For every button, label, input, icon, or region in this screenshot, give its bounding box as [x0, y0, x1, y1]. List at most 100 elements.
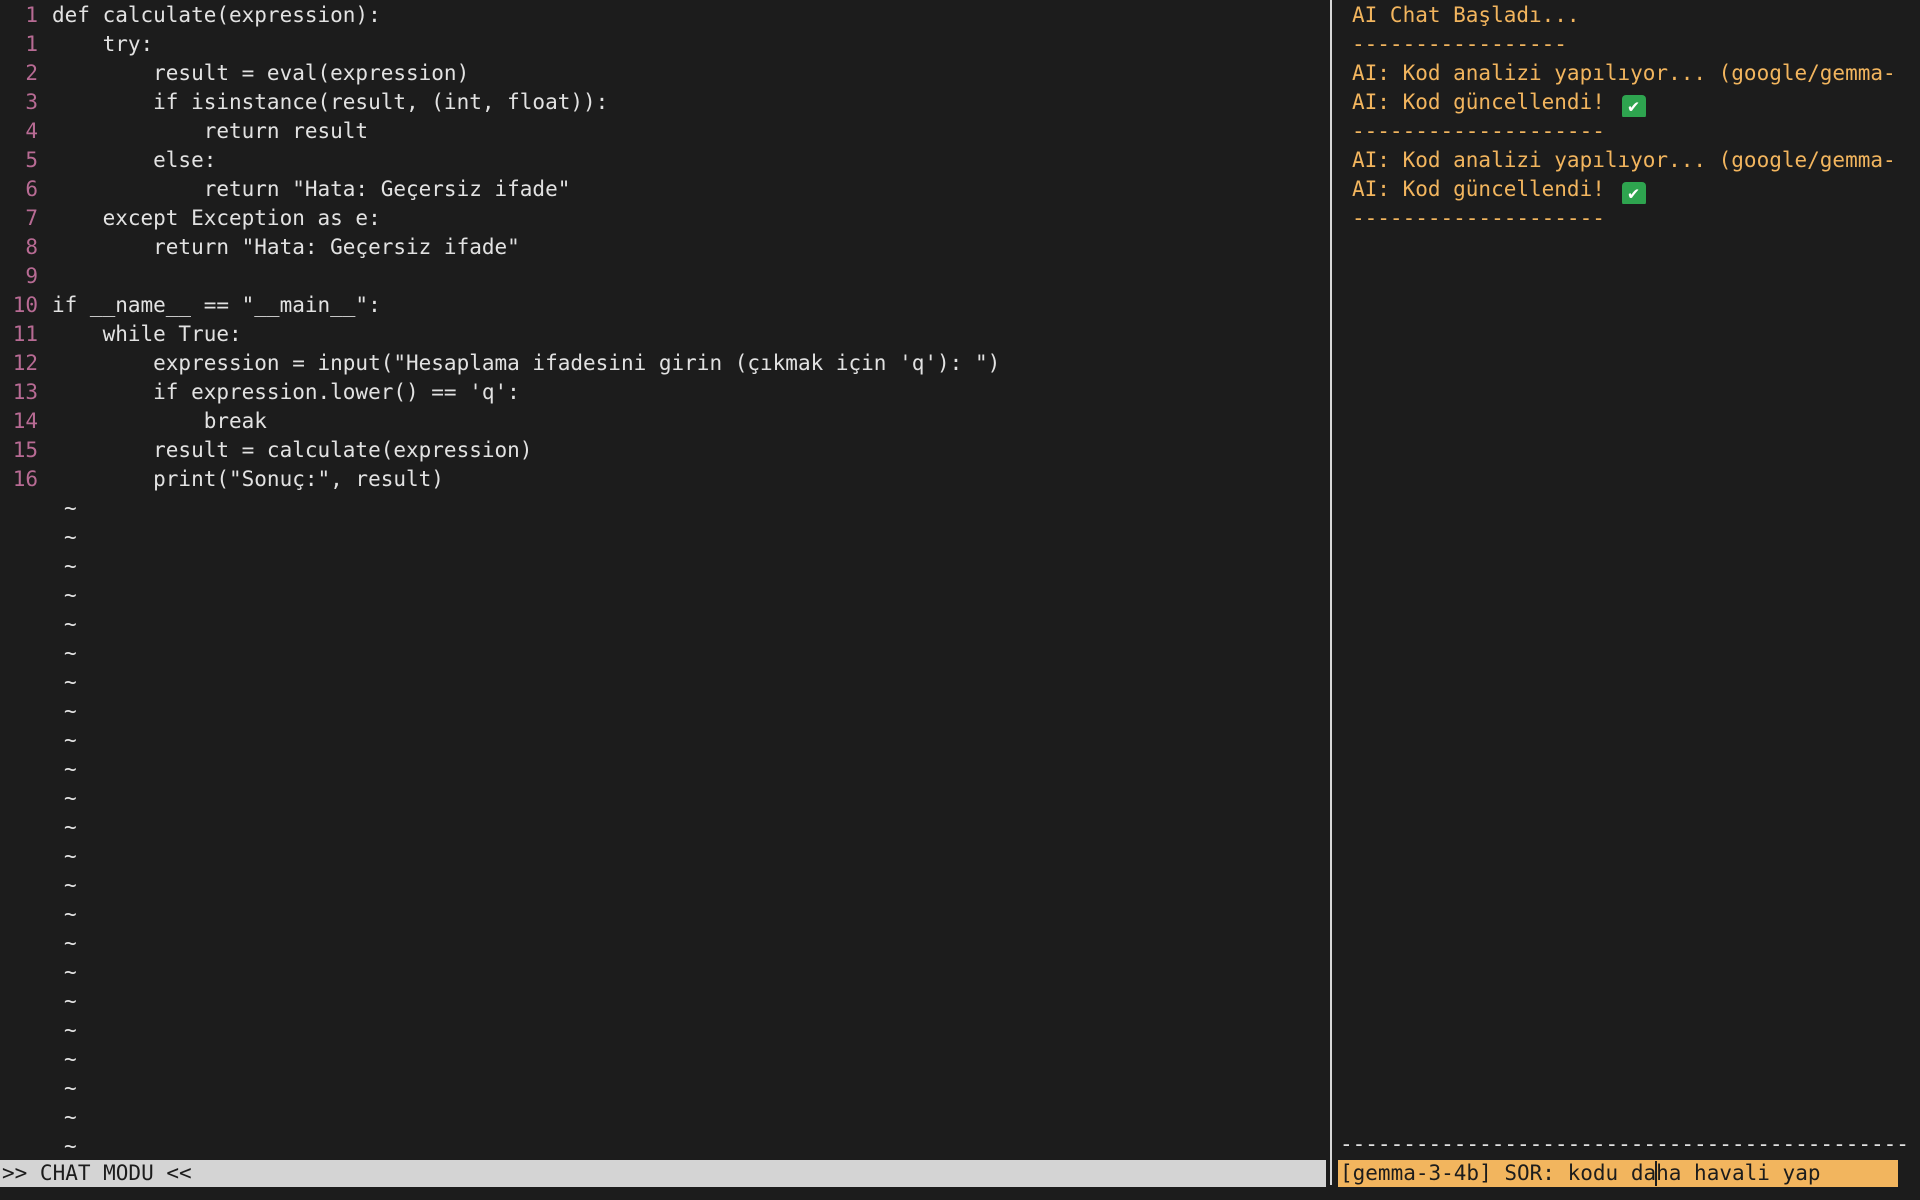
mode-indicator: >> CHAT MODU <<: [2, 1161, 192, 1185]
code-line[interactable]: 5 else:: [0, 146, 1330, 175]
chat-message: -----------------: [1352, 30, 1920, 59]
code-text[interactable]: while True:: [52, 322, 242, 346]
bottom-strip: [0, 1187, 1920, 1200]
empty-line-marker: ~: [64, 873, 77, 897]
code-text[interactable]: print("Sonuç:", result): [52, 467, 444, 491]
empty-line-marker: ~: [64, 525, 77, 549]
code-text[interactable]: result = eval(expression): [52, 61, 469, 85]
ai-chat-pane: AI Chat Başladı... ----------------- AI: K…: [1332, 0, 1920, 1135]
empty-line-marker: ~: [64, 1105, 77, 1129]
code-text[interactable]: return "Hata: Geçersiz ifade": [52, 177, 571, 201]
code-text[interactable]: else:: [52, 148, 216, 172]
code-line[interactable]: 16 print("Sonuç:", result): [0, 465, 1330, 494]
line-number: 4: [25, 119, 38, 143]
empty-line-marker: ~: [64, 728, 77, 752]
line-number: 1: [25, 3, 38, 27]
code-line[interactable]: 10 if __name__ == "__main__":: [0, 291, 1330, 320]
code-line[interactable]: 8 return "Hata: Geçersiz ifade": [0, 233, 1330, 262]
chat-input[interactable]: [gemma-3-4b] SOR: kodu daha havali yap: [1338, 1160, 1898, 1187]
terminal-screen: 1 def calculate(expression): 1 try: 2 resul…: [0, 0, 1920, 1200]
line-number: 8: [25, 235, 38, 259]
chat-message: AI: Kod analizi yapılıyor... (google/gem…: [1352, 146, 1920, 175]
chat-message-text: AI: Kod güncellendi!: [1352, 177, 1605, 201]
empty-line-marker: ~: [64, 641, 77, 665]
check-mark-icon: ✔: [1621, 95, 1646, 117]
empty-line-marker: ~: [64, 1076, 77, 1100]
empty-line-marker: ~: [64, 786, 77, 810]
chat-message-text: -----------------: [1352, 32, 1567, 56]
chat-message: AI: Kod analizi yapılıyor... (google/gem…: [1352, 59, 1920, 88]
code-line[interactable]: 9: [0, 262, 1330, 291]
code-text[interactable]: except Exception as e:: [52, 206, 381, 230]
code-text[interactable]: def calculate(expression):: [52, 3, 381, 27]
empty-line-marker: ~: [64, 670, 77, 694]
chat-message-text: AI: Kod analizi yapılıyor... (google/gem…: [1352, 148, 1896, 172]
code-text[interactable]: return result: [52, 119, 368, 143]
chat-input-value[interactable]: kodu daha havali yap: [1567, 1161, 1821, 1186]
line-number: 6: [25, 177, 38, 201]
chat-message: AI Chat Başladı...: [1352, 1, 1920, 30]
code-line[interactable]: 3 if isinstance(result, (int, float)):: [0, 88, 1330, 117]
line-number: 13: [12, 380, 38, 404]
line-number: 5: [25, 148, 38, 172]
code-line[interactable]: 15 result = calculate(expression): [0, 436, 1330, 465]
empty-line-marker: ~: [64, 902, 77, 926]
line-number: 1: [25, 32, 38, 56]
empty-line-marker: ~: [64, 1134, 77, 1158]
chat-message-text: AI: Kod güncellendi!: [1352, 90, 1605, 114]
empty-line-marker: ~: [64, 757, 77, 781]
code-line[interactable]: 11 while True:: [0, 320, 1330, 349]
empty-line-marker: ~: [64, 554, 77, 578]
editor-lines: 1 def calculate(expression): 1 try: 2 resul…: [0, 0, 1330, 1160]
code-text[interactable]: try:: [52, 32, 154, 56]
empty-line-marker: ~: [64, 612, 77, 636]
empty-line-marker: ~: [64, 1047, 77, 1071]
empty-line-marker: ~: [64, 960, 77, 984]
code-text[interactable]: if isinstance(result, (int, float)):: [52, 90, 608, 114]
code-text[interactable]: break: [52, 409, 267, 433]
chat-message-text: --------------------: [1352, 206, 1605, 230]
code-line[interactable]: 14 break: [0, 407, 1330, 436]
line-number: 16: [12, 467, 38, 491]
code-text[interactable]: return "Hata: Geçersiz ifade": [52, 235, 520, 259]
code-text[interactable]: result = calculate(expression): [52, 438, 532, 462]
line-number: 9: [25, 264, 38, 288]
empty-line-marker: ~: [64, 815, 77, 839]
code-line[interactable]: 2 result = eval(expression): [0, 59, 1330, 88]
code-text[interactable]: if expression.lower() == 'q':: [52, 380, 520, 404]
code-line[interactable]: 13 if expression.lower() == 'q':: [0, 378, 1330, 407]
code-line[interactable]: 7 except Exception as e:: [0, 204, 1330, 233]
chat-message: AI: Kod güncellendi! ✔: [1352, 88, 1920, 117]
input-text-before-cursor: kodu da: [1567, 1161, 1657, 1185]
code-text[interactable]: expression = input("Hesaplama ifadesini …: [52, 351, 1000, 375]
chat-message-text: AI Chat Başladı...: [1352, 3, 1580, 27]
code-text[interactable]: if __name__ == "__main__":: [52, 293, 381, 317]
empty-line-marker: ~: [64, 844, 77, 868]
line-number: 10: [12, 293, 38, 317]
code-line[interactable]: 1 try:: [0, 30, 1330, 59]
input-text-after-cursor: ha havali yap: [1656, 1161, 1821, 1185]
code-line[interactable]: 12 expression = input("Hesaplama ifadesi…: [0, 349, 1330, 378]
empty-line-marker: ~: [64, 583, 77, 607]
empty-line-marker: ~: [64, 699, 77, 723]
chat-log: AI Chat Başladı... ----------------- AI: K…: [1332, 0, 1920, 233]
model-tag: [gemma-3-4b]: [1340, 1161, 1492, 1185]
chat-message: --------------------: [1352, 204, 1920, 233]
line-number: 7: [25, 206, 38, 230]
code-editor-pane[interactable]: 1 def calculate(expression): 1 try: 2 resul…: [0, 0, 1330, 1160]
empty-line-marker: ~: [64, 1018, 77, 1042]
line-number: 15: [12, 438, 38, 462]
chat-input-separator: ----------------------------------------…: [1340, 1132, 1908, 1156]
empty-line-marker: ~: [64, 989, 77, 1013]
empty-line-marker: ~: [64, 496, 77, 520]
chat-message-text: AI: Kod analizi yapılıyor... (google/gem…: [1352, 61, 1896, 85]
chat-message: AI: Kod güncellendi! ✔: [1352, 175, 1920, 204]
code-line[interactable]: 4 return result: [0, 117, 1330, 146]
empty-line-marker: ~: [64, 931, 77, 955]
chat-message: --------------------: [1352, 117, 1920, 146]
line-number: 11: [12, 322, 38, 346]
code-line[interactable]: 1 def calculate(expression):: [0, 1, 1330, 30]
line-number: 12: [12, 351, 38, 375]
line-number: 14: [12, 409, 38, 433]
code-line[interactable]: 6 return "Hata: Geçersiz ifade": [0, 175, 1330, 204]
